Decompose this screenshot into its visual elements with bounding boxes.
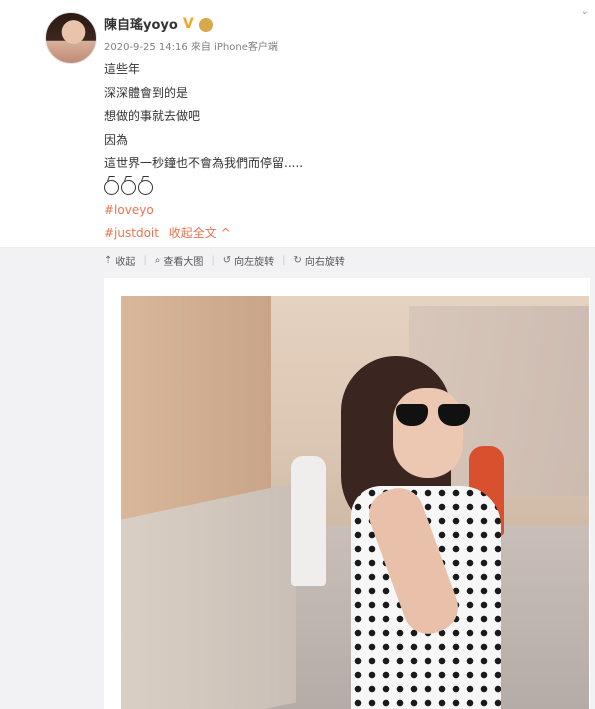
rotate-right-button[interactable]: ↻ 向右旋转	[294, 253, 345, 268]
ok-hand-emoji-icon	[104, 179, 119, 195]
post-content: 這些年 深深體會到的是 想做的事就去做吧 因為 這世界一秒鐘也不會為我們而停留.…	[104, 58, 303, 246]
post-line: 因為	[104, 132, 129, 147]
photo-wall	[121, 482, 296, 709]
rotate-right-label: 向右旋转	[304, 257, 345, 268]
collapse-image-button[interactable]: ⇡ 收起	[104, 253, 135, 268]
collapse-text-link[interactable]: 收起全文 ^	[169, 226, 231, 240]
rotate-left-label: 向左旋转	[234, 257, 275, 268]
lens-right	[438, 404, 470, 426]
photo-face	[393, 388, 463, 478]
hashtag-justdoit[interactable]: #justdoit	[104, 226, 159, 240]
post-dropdown-icon[interactable]: ⌄	[581, 6, 589, 17]
member-badge-icon	[198, 17, 213, 32]
search-icon: ⌕	[154, 255, 161, 266]
lens-left	[396, 404, 428, 426]
post-photo-frame	[104, 278, 590, 709]
rotate-left-icon: ↺	[222, 255, 232, 266]
post-line: 這些年	[104, 62, 141, 76]
upload-arrow-icon: ⇡	[104, 255, 113, 266]
username[interactable]: 陳自瑤yoyo	[104, 14, 178, 33]
media-toolbar: ⇡ 收起 | ⌕ 查看大图 | ↺ 向左旋转 | ↻ 向右旋转	[104, 253, 345, 268]
divider: |	[282, 255, 286, 266]
ok-hand-emoji-icon	[121, 179, 136, 195]
username-row: 陳自瑤yoyo V	[104, 14, 213, 33]
rotate-right-icon: ↻	[293, 255, 302, 266]
verified-icon: V	[182, 15, 194, 32]
post-line: 想做的事就去做吧	[104, 109, 201, 123]
hashtag-loveyo[interactable]: #loveyo	[104, 199, 303, 223]
post-line: 深深體會到的是	[104, 85, 189, 100]
avatar[interactable]	[45, 12, 97, 64]
rotate-left-button[interactable]: ↺ 向左旋转	[223, 253, 274, 268]
hashtag-row: #justdoit 收起全文 ^	[104, 222, 303, 246]
view-large-label: 查看大图	[163, 257, 204, 268]
post-line: 這世界一秒鐘也不會為我們而停留.....	[104, 156, 304, 170]
ok-hand-emoji-icon	[138, 179, 153, 195]
emoji-row	[104, 176, 303, 199]
view-large-button[interactable]: ⌕ 查看大图	[155, 253, 204, 268]
divider: |	[211, 255, 215, 266]
post-photo[interactable]	[121, 296, 589, 709]
photo-bystander	[291, 456, 326, 586]
post-meta: 2020-9-25 14:16 來自 iPhone客户端	[104, 42, 278, 53]
sunglasses	[396, 404, 474, 426]
divider: |	[143, 255, 147, 266]
collapse-image-label: 收起	[115, 257, 136, 268]
